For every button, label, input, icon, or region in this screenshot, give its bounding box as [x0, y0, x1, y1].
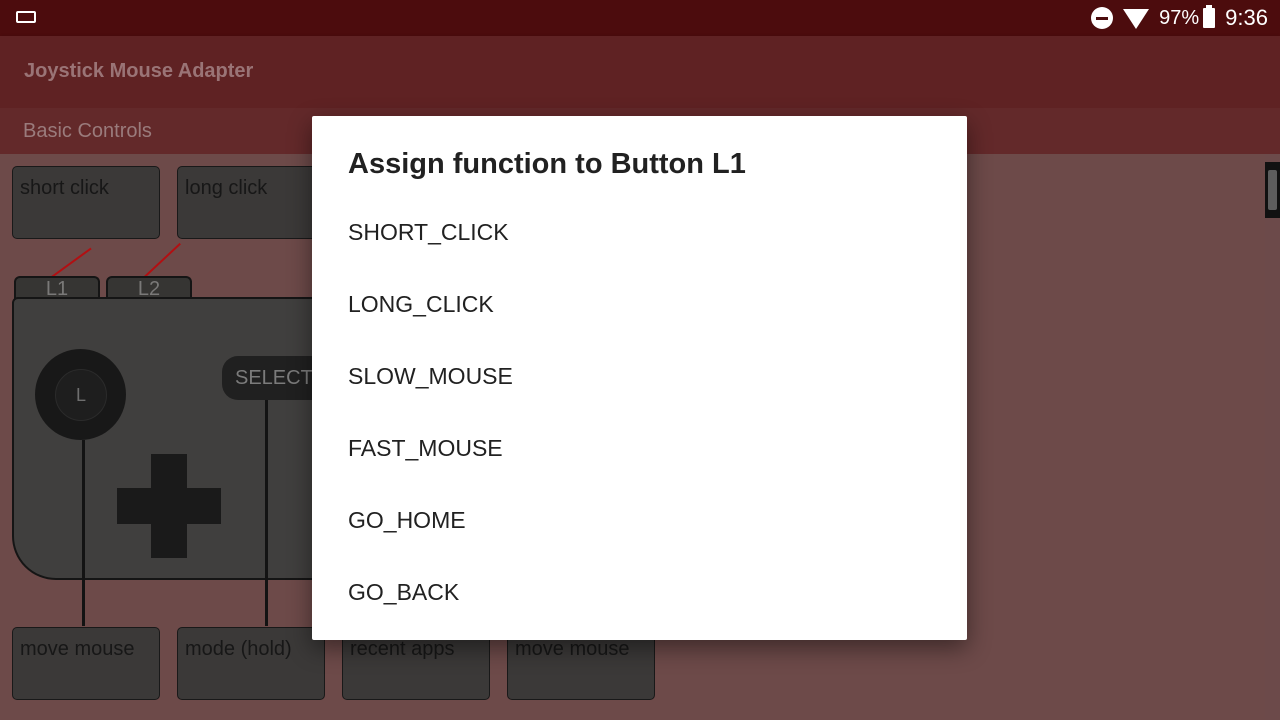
dpad-horizontal[interactable]: [117, 488, 221, 524]
mapping-button-move-mouse[interactable]: move mouse: [12, 627, 160, 700]
battery-charging-icon: [1203, 5, 1216, 28]
option-go-home[interactable]: GO_HOME: [312, 484, 967, 556]
wifi-icon: [1123, 9, 1150, 29]
assign-function-dialog: Assign function to Button L1 SHORT_CLICK…: [312, 116, 967, 640]
scrollbar-thumb[interactable]: [1268, 170, 1277, 210]
mapping-button-mode-hold[interactable]: mode (hold): [177, 627, 325, 700]
screen-cast-icon: [16, 11, 36, 23]
mapping-button-short-click[interactable]: short click: [12, 166, 160, 239]
app-bar: Joystick Mouse Adapter: [0, 36, 1280, 108]
function-option-list: SHORT_CLICK LONG_CLICK SLOW_MOUSE FAST_M…: [312, 196, 967, 628]
app-title: Joystick Mouse Adapter: [24, 60, 254, 82]
do-not-disturb-icon: [1091, 7, 1114, 29]
status-icons: 97% 9:36: [1091, 0, 1268, 36]
joystick-link-line: [82, 440, 85, 626]
section-label: Basic Controls: [23, 120, 152, 142]
option-long-click[interactable]: LONG_CLICK: [312, 268, 967, 340]
status-bar: 97% 9:36: [0, 0, 1280, 36]
battery-percent: 97%: [1159, 6, 1200, 29]
option-fast-mouse[interactable]: FAST_MOUSE: [312, 412, 967, 484]
option-slow-mouse[interactable]: SLOW_MOUSE: [312, 340, 967, 412]
mapping-button-long-click[interactable]: long click: [177, 166, 325, 239]
clock: 9:36: [1225, 5, 1268, 30]
dialog-title: Assign function to Button L1: [348, 148, 746, 180]
select-link-line: [265, 400, 268, 626]
option-short-click[interactable]: SHORT_CLICK: [312, 196, 967, 268]
left-joystick[interactable]: L: [55, 369, 107, 421]
option-go-back[interactable]: GO_BACK: [312, 556, 967, 628]
